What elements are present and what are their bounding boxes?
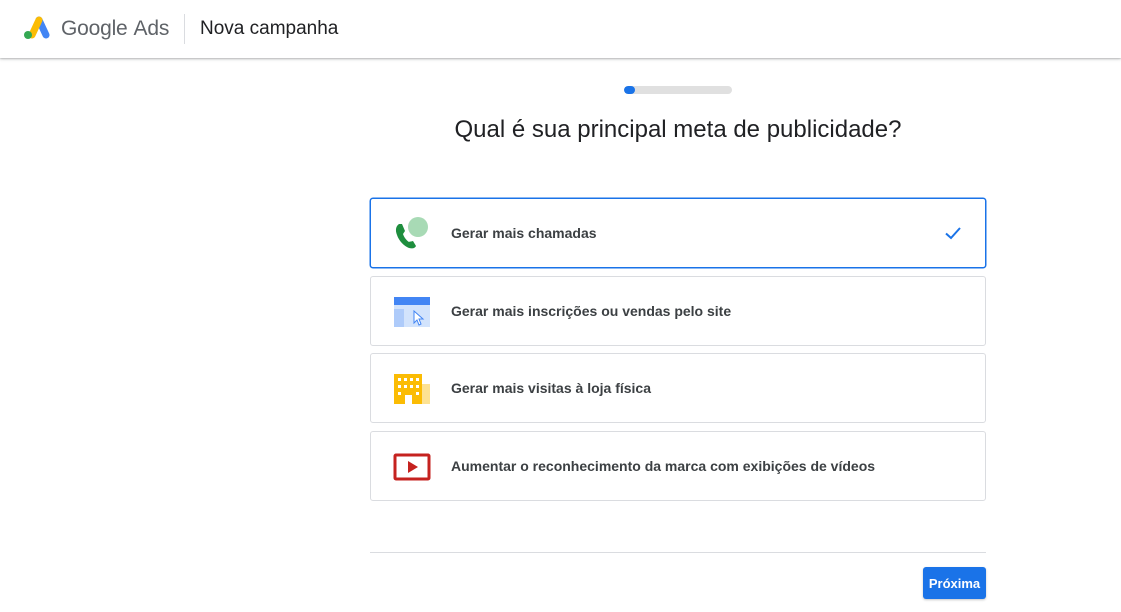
footer-divider — [370, 552, 986, 553]
goal-option-store-visits[interactable]: Gerar mais visitas à loja física — [370, 353, 986, 423]
goal-option-calls[interactable]: Gerar mais chamadas — [370, 198, 986, 268]
goal-option-label: Gerar mais visitas à loja física — [451, 380, 652, 396]
goal-question-heading: Qual é sua principal meta de publicidade… — [454, 116, 902, 143]
brand-google-text: Google — [61, 17, 128, 40]
phone-call-icon — [392, 215, 432, 253]
top-bar: Google Ads Nova campanha — [0, 0, 1121, 58]
goal-option-label: Aumentar o reconhecimento da marca com e… — [451, 458, 876, 474]
google-ads-logo-icon[interactable] — [22, 15, 50, 41]
brand-ads-text: Ads — [133, 17, 170, 40]
goal-option-website[interactable]: Gerar mais inscrições ou vendas pelo sit… — [370, 276, 986, 346]
goal-option-label: Gerar mais inscrições ou vendas pelo sit… — [451, 303, 732, 319]
brand-wordmark: Google Ads — [61, 17, 169, 41]
page-title: Nova campanha — [200, 18, 339, 39]
step-progress-fill — [624, 86, 635, 94]
header-divider — [184, 14, 185, 44]
website-click-icon — [392, 293, 432, 331]
goal-option-label: Gerar mais chamadas — [451, 225, 597, 241]
goal-option-brand-video[interactable]: Aumentar o reconhecimento da marca com e… — [370, 431, 986, 501]
step-progress-bar — [624, 86, 732, 94]
checkmark-icon — [943, 223, 963, 243]
store-building-icon — [392, 370, 432, 408]
video-play-icon — [392, 448, 432, 486]
next-button[interactable]: Próxima — [923, 567, 986, 599]
